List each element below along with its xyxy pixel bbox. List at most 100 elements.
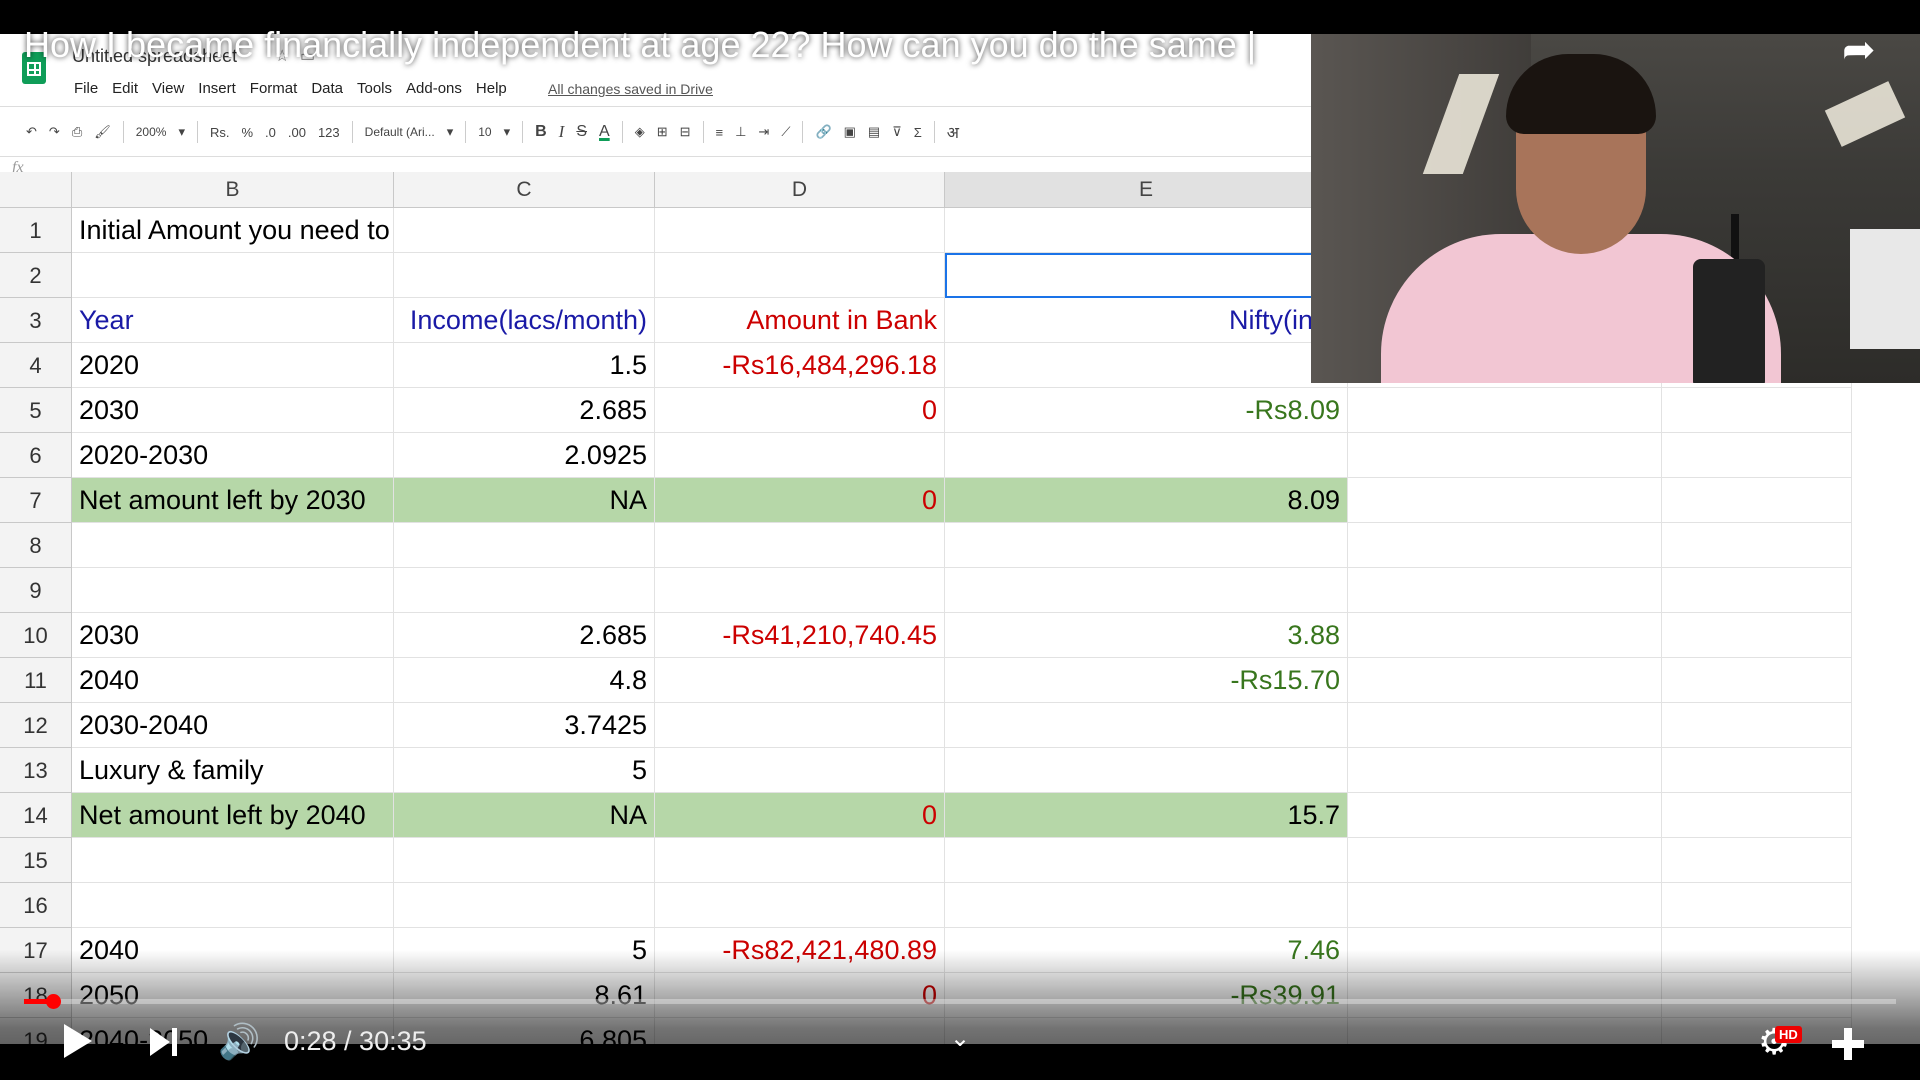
saved-status-link[interactable]: All changes saved in Drive — [548, 81, 713, 97]
cell-d9[interactable] — [655, 568, 945, 613]
cell-e15[interactable] — [945, 838, 1348, 883]
filter-icon[interactable]: ⊽ — [886, 124, 908, 140]
functions-icon[interactable]: Σ — [908, 125, 928, 140]
comment-icon[interactable]: ▣ — [838, 124, 862, 140]
next-icon[interactable] — [150, 1028, 180, 1058]
menu-edit[interactable]: Edit — [112, 80, 138, 97]
decrease-decimal-button[interactable]: .0 — [259, 125, 282, 140]
cell-c5[interactable]: 2.685 — [394, 388, 655, 433]
cell-b16[interactable] — [72, 883, 394, 928]
row-header[interactable]: 8 — [0, 523, 72, 568]
column-header-e[interactable]: E — [945, 172, 1348, 208]
cell-f5[interactable] — [1348, 388, 1662, 433]
video-player[interactable]: Untitled spreadsheet ☆ ▭ File Edit View … — [0, 0, 1920, 1080]
cell-d12[interactable] — [655, 703, 945, 748]
borders-icon[interactable]: ⊞ — [651, 124, 674, 140]
menu-format[interactable]: Format — [250, 80, 298, 97]
cell-g5[interactable] — [1662, 388, 1852, 433]
chevron-down-icon[interactable]: ⌄ — [950, 1024, 970, 1053]
cell-c15[interactable] — [394, 838, 655, 883]
cell-d7[interactable]: 0 — [655, 478, 945, 523]
paint-format-icon[interactable]: 🖌 — [88, 124, 117, 140]
column-header-d[interactable]: D — [655, 172, 945, 208]
exit-fullscreen-icon[interactable] — [1828, 1024, 1868, 1064]
progress-scrubber[interactable] — [46, 994, 61, 1009]
cell-g8[interactable] — [1662, 523, 1852, 568]
cell-f11[interactable] — [1348, 658, 1662, 703]
cell-f10[interactable] — [1348, 613, 1662, 658]
cell-b3[interactable]: Year — [72, 298, 394, 343]
cell-e1[interactable] — [945, 208, 1348, 253]
cell-e10[interactable]: 3.88 — [945, 613, 1348, 658]
increase-decimal-button[interactable]: .00 — [282, 125, 312, 140]
cell-c10[interactable]: 2.685 — [394, 613, 655, 658]
cell-g12[interactable] — [1662, 703, 1852, 748]
valign-icon[interactable]: ⊥ — [729, 124, 752, 140]
cell-g13[interactable] — [1662, 748, 1852, 793]
cell-e2[interactable] — [945, 253, 1348, 298]
row-header[interactable]: 3 — [0, 298, 72, 343]
row-header[interactable]: 6 — [0, 433, 72, 478]
column-header-c[interactable]: C — [394, 172, 655, 208]
share-icon[interactable]: ➦ — [1842, 30, 1886, 70]
cell-b13[interactable]: Luxury & family — [72, 748, 394, 793]
percent-format-button[interactable]: % — [235, 125, 259, 140]
cell-g10[interactable] — [1662, 613, 1852, 658]
cell-e9[interactable] — [945, 568, 1348, 613]
cell-c7[interactable]: NA — [394, 478, 655, 523]
input-tools-button[interactable]: अ — [941, 121, 965, 143]
cell-b10[interactable]: 2030 — [72, 613, 394, 658]
cell-d14[interactable]: 0 — [655, 793, 945, 838]
zoom-chevron-down-icon[interactable]: ▾ — [172, 124, 191, 140]
more-formats-button[interactable]: 123 — [312, 125, 346, 140]
font-size-chevron-down-icon[interactable]: ▾ — [498, 124, 517, 140]
cell-c2[interactable] — [394, 253, 655, 298]
menu-help[interactable]: Help — [476, 80, 507, 97]
cell-d11[interactable] — [655, 658, 945, 703]
cell-c8[interactable] — [394, 523, 655, 568]
cell-g14[interactable] — [1662, 793, 1852, 838]
cell-c12[interactable]: 3.7425 — [394, 703, 655, 748]
cell-e7[interactable]: 8.09 — [945, 478, 1348, 523]
volume-icon[interactable]: 🔊 — [218, 1024, 262, 1060]
cell-f7[interactable] — [1348, 478, 1662, 523]
row-header[interactable]: 15 — [0, 838, 72, 883]
cell-b8[interactable] — [72, 523, 394, 568]
cell-d4[interactable]: -Rs16,484,296.18 — [655, 343, 945, 388]
play-icon[interactable] — [64, 1024, 92, 1058]
menu-data[interactable]: Data — [311, 80, 343, 97]
cell-b7[interactable]: Net amount left by 2030 — [72, 478, 394, 523]
chart-icon[interactable]: ▤ — [862, 124, 886, 140]
cell-d3[interactable]: Amount in Bank — [655, 298, 945, 343]
cell-b15[interactable] — [72, 838, 394, 883]
row-header[interactable]: 5 — [0, 388, 72, 433]
row-header[interactable]: 9 — [0, 568, 72, 613]
menu-insert[interactable]: Insert — [198, 80, 236, 97]
strikethrough-button[interactable]: S — [570, 123, 593, 141]
cell-f16[interactable] — [1348, 883, 1662, 928]
cell-d2[interactable] — [655, 253, 945, 298]
zoom-select[interactable]: 200% — [130, 125, 173, 139]
italic-button[interactable]: I — [553, 122, 571, 142]
cell-c14[interactable]: NA — [394, 793, 655, 838]
cell-b6[interactable]: 2020-2030 — [72, 433, 394, 478]
cell-c16[interactable] — [394, 883, 655, 928]
font-chevron-down-icon[interactable]: ▾ — [441, 124, 460, 140]
cell-d5[interactable]: 0 — [655, 388, 945, 433]
bold-button[interactable]: B — [529, 123, 553, 141]
menu-file[interactable]: File — [74, 80, 98, 97]
cell-c4[interactable]: 1.5 — [394, 343, 655, 388]
cell-e14[interactable]: 15.7 — [945, 793, 1348, 838]
row-header[interactable]: 10 — [0, 613, 72, 658]
redo-icon[interactable]: ↷ — [43, 124, 66, 140]
cell-f6[interactable] — [1348, 433, 1662, 478]
row-header[interactable]: 2 — [0, 253, 72, 298]
cell-d1[interactable] — [655, 208, 945, 253]
cell-b4[interactable]: 2020 — [72, 343, 394, 388]
cell-d13[interactable] — [655, 748, 945, 793]
cell-g9[interactable] — [1662, 568, 1852, 613]
menu-addons[interactable]: Add-ons — [406, 80, 462, 97]
font-select[interactable]: Default (Ari... — [359, 125, 441, 139]
fill-color-icon[interactable]: ◈ — [629, 124, 651, 140]
row-header[interactable]: 7 — [0, 478, 72, 523]
